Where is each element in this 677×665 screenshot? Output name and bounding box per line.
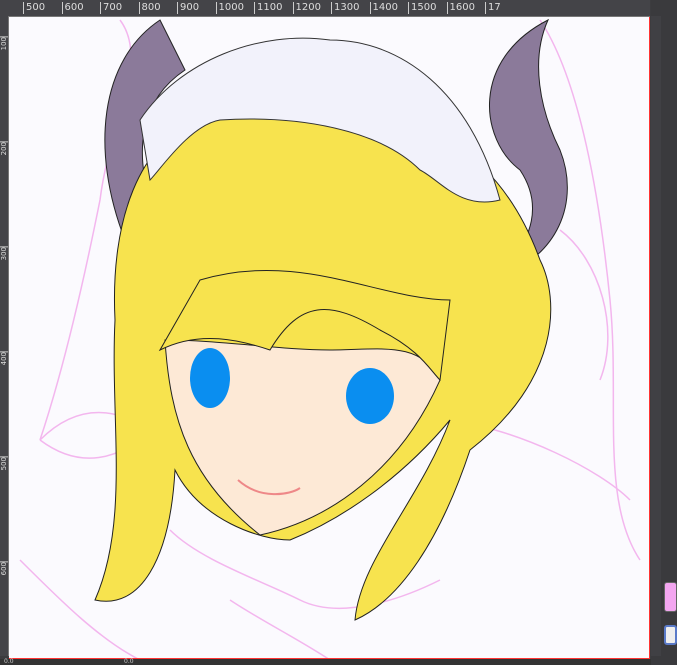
secondary-color-swatch[interactable] [664,625,677,645]
horizontal-ruler: 500 600 700 800 900 1000 1100 1200 1300 1400 1500 1… [0,0,650,17]
ruler-label: 1200 [292,2,321,14]
left-eye [190,348,230,408]
ruler-label: 1600 [446,2,475,14]
ruler-label: 17 [485,2,501,14]
illustration [19,18,641,658]
ruler-label: 200 [0,141,8,156]
vertical-scrollbar[interactable] [651,16,661,656]
color-swatch[interactable] [664,582,677,612]
ruler-label: 900 [177,2,199,14]
ruler-label: 1300 [331,2,359,14]
status-left-value: 0.0 [4,658,14,665]
ruler-label: 1100 [254,2,282,14]
ruler-label: 800 [138,2,161,14]
status-right-value: 0.0 [124,658,134,665]
right-panel [651,0,677,665]
right-eye [346,368,394,424]
drawing-canvas[interactable] [9,17,650,659]
ruler-label: 600 [0,561,8,576]
ruler-label: 500 [0,456,8,471]
ruler-label: 500 [23,2,45,14]
ruler-label: 100 [0,36,8,51]
ruler-label: 600 [61,2,84,14]
ruler-label: 300 [0,246,8,261]
ruler-label: 700 [100,2,122,14]
vertical-ruler: 100 200 300 400 500 600 [0,16,9,656]
ruler-label: 1000 [215,2,244,14]
ruler-label: 1500 [408,2,436,14]
ruler-label: 1400 [369,2,398,14]
status-bar: 0.0 0.0 [0,659,651,665]
ruler-label: 400 [0,351,8,366]
